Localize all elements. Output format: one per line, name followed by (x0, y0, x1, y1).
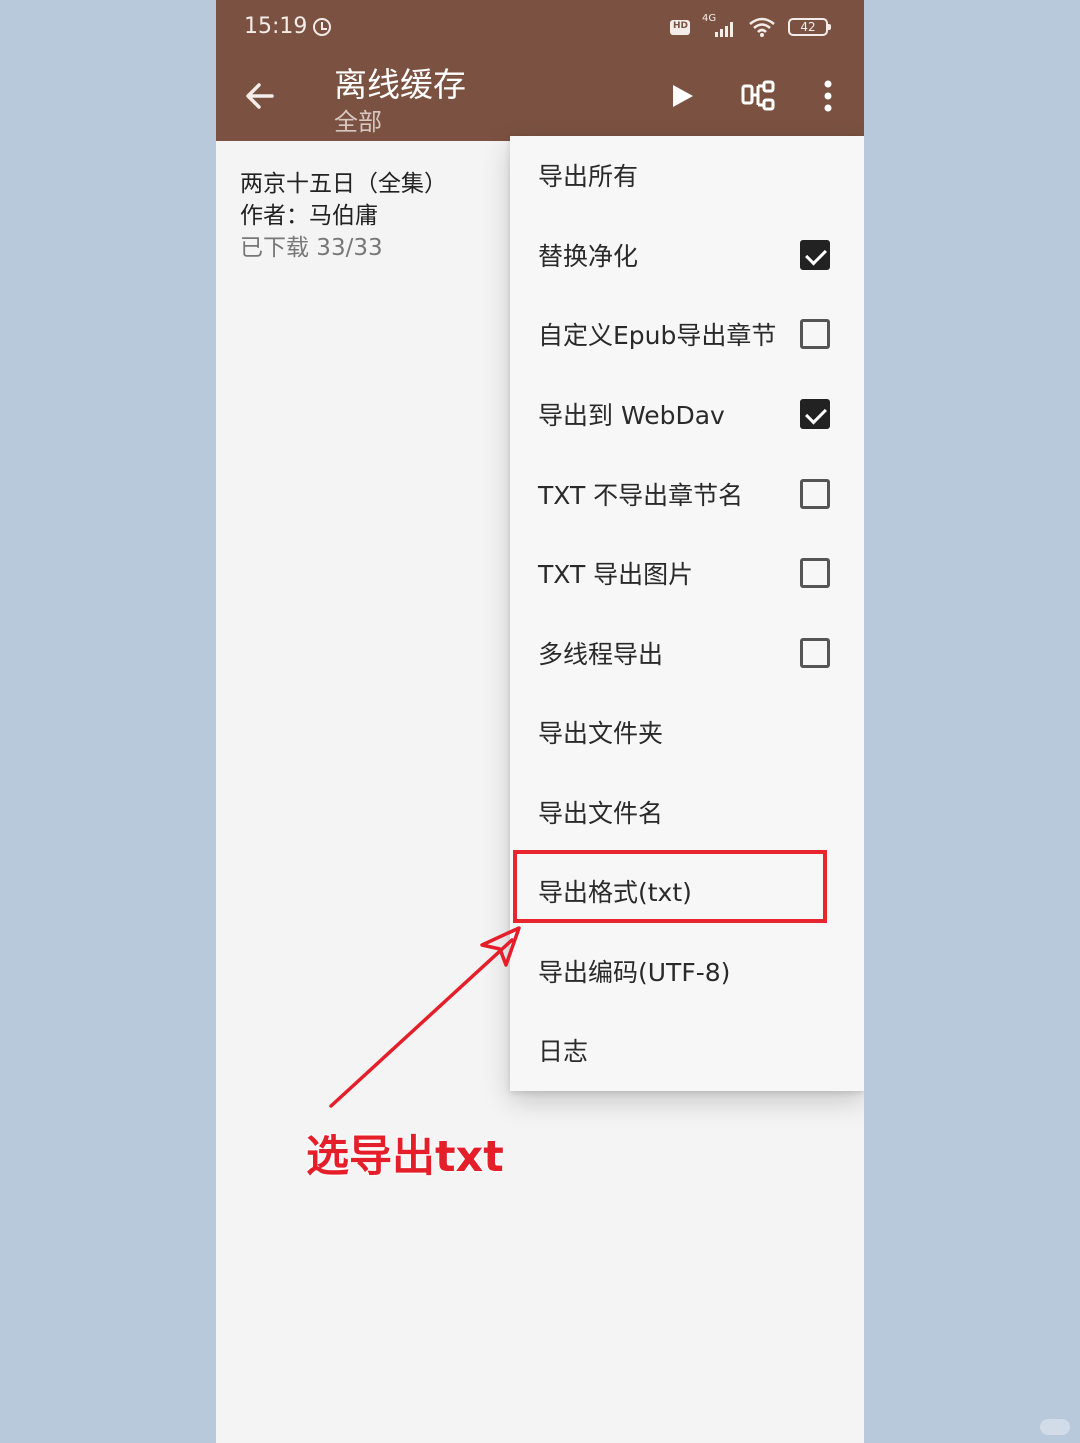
book-author: 作者：马伯庸 (240, 203, 378, 229)
menu-item-export-encoding[interactable]: 导出编码(UTF-8) (510, 934, 864, 1008)
menu-item-label: 自定义Epub导出章节 (538, 321, 777, 350)
annotation-text: 选导出txt (306, 1132, 504, 1182)
txt-no-chapter-names-checkbox[interactable] (800, 479, 830, 509)
menu-item-multithread-export[interactable]: 多线程导出 (510, 616, 864, 690)
signal-bars-icon (715, 22, 733, 37)
status-icons: 4G 42 (670, 13, 831, 38)
hd-icon (670, 19, 690, 35)
menu-item-txt-no-chapter-names[interactable]: TXT 不导出章节名 (510, 457, 864, 531)
more-menu-button[interactable] (804, 70, 852, 122)
menu-item-label: 导出到 WebDav (538, 401, 725, 430)
tree-view-button[interactable] (734, 70, 786, 122)
page-subtitle: 全部 (334, 108, 382, 136)
menu-item-replace-clean[interactable]: 替换净化 (510, 218, 864, 292)
signal-icon: 4G (702, 13, 736, 38)
menu-item-label: 导出格式(txt) (538, 878, 692, 907)
battery-icon: 42 (788, 18, 831, 36)
menu-item-log[interactable]: 日志 (510, 1013, 864, 1087)
book-title: 两京十五日（全集） (240, 171, 447, 197)
menu-item-export-folder[interactable]: 导出文件夹 (510, 695, 864, 769)
txt-export-images-checkbox[interactable] (800, 558, 830, 588)
red-annotation-arrow (329, 926, 521, 1108)
menu-item-export-all[interactable]: 导出所有 (510, 138, 864, 212)
menu-item-export-format[interactable]: 导出格式(txt) (510, 854, 864, 928)
status-time: 15:19 (244, 14, 332, 39)
menu-item-label: 导出文件名 (538, 799, 664, 828)
menu-item-txt-export-images[interactable]: TXT 导出图片 (510, 536, 864, 610)
overflow-menu: 导出所有 替换净化 自定义Epub导出章节 导出到 WebDav TXT 不导出… (510, 136, 864, 1091)
menu-item-label: 多线程导出 (538, 640, 664, 669)
screenshot-stage: 15:19 4G (0, 0, 1080, 1443)
alarm-icon (313, 17, 332, 36)
menu-item-custom-epub-chapters[interactable]: 自定义Epub导出章节 (510, 297, 864, 371)
custom-epub-chapters-checkbox[interactable] (800, 319, 830, 349)
wifi-icon (749, 17, 775, 37)
phone-screen: 15:19 4G (216, 0, 864, 1443)
menu-item-label: 导出编码(UTF-8) (538, 958, 731, 987)
book-list-item[interactable]: 两京十五日（全集） 作者：马伯庸 已下载 33/33 (240, 168, 500, 264)
page-title: 离线缓存 (334, 65, 466, 104)
menu-item-label: 日志 (538, 1037, 589, 1066)
menu-item-label: 替换净化 (538, 242, 639, 271)
download-status: 已下载 33/33 (240, 235, 383, 261)
battery-level: 42 (800, 20, 816, 34)
export-to-webdav-checkbox[interactable] (800, 399, 830, 429)
menu-item-export-to-webdav[interactable]: 导出到 WebDav (510, 377, 864, 451)
menu-item-label: 导出所有 (538, 162, 639, 191)
status-time-text: 15:19 (244, 14, 308, 39)
play-button[interactable] (656, 70, 708, 122)
menu-item-export-filename[interactable]: 导出文件名 (510, 775, 864, 849)
multithread-export-checkbox[interactable] (800, 638, 830, 668)
menu-item-label: TXT 不导出章节名 (538, 481, 744, 510)
menu-item-label: 导出文件夹 (538, 719, 664, 748)
app-bar: 15:19 4G (216, 0, 864, 141)
watermark (1040, 1419, 1070, 1435)
back-button[interactable] (234, 70, 286, 122)
replace-clean-checkbox[interactable] (800, 240, 830, 270)
menu-item-label: TXT 导出图片 (538, 560, 694, 589)
